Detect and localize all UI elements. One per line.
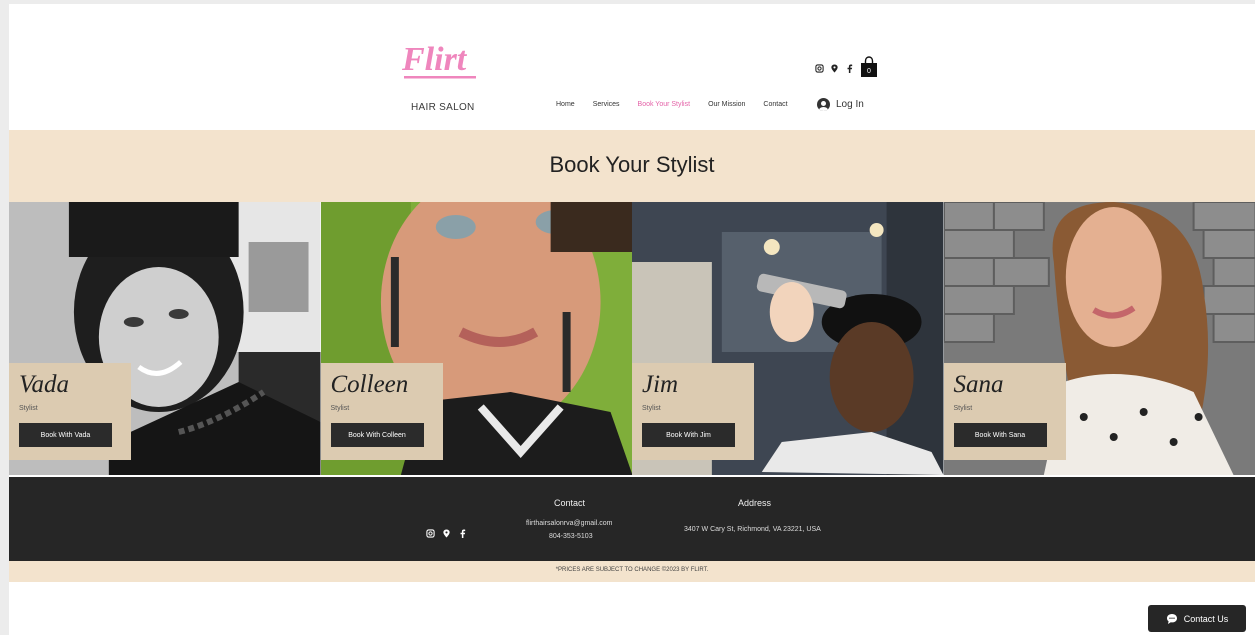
nav-contact[interactable]: Contact	[763, 101, 787, 108]
instagram-icon[interactable]	[426, 525, 435, 543]
location-pin-icon[interactable]	[442, 525, 451, 543]
stylist-role: Stylist	[330, 405, 350, 412]
stylist-name: Vada	[19, 371, 69, 398]
disclaimer-text: *PRICES ARE SUBJECT TO CHANGE ©2023 BY F…	[555, 567, 709, 573]
login-button[interactable]: Log In	[817, 98, 864, 111]
cart-count: 0	[867, 68, 871, 75]
stylist-role: Stylist	[953, 405, 973, 412]
login-label: Log In	[836, 99, 864, 110]
nav-our-mission[interactable]: Our Mission	[708, 101, 745, 108]
footer-socials	[426, 525, 467, 543]
stylist-info-jim: Jim Stylist Book With Jim	[632, 363, 754, 460]
chat-bubble-icon	[1166, 613, 1177, 624]
stylist-card-vada: Vada Stylist Book With Vada	[9, 202, 321, 475]
contact-email-link[interactable]: flirthairsalonrva@gmail.com	[526, 520, 612, 527]
location-pin-icon[interactable]	[830, 64, 839, 73]
cart-icon[interactable]: 0	[860, 56, 878, 78]
stylist-info-sana: Sana Stylist Book With Sana	[943, 363, 1066, 460]
stylists-grid: Vada Stylist Book With Vada Colleen Styl…	[9, 202, 1255, 475]
stylist-info-vada: Vada Stylist Book With Vada	[9, 363, 131, 460]
book-with-colleen-button[interactable]: Book With Colleen	[330, 423, 424, 447]
logo-subtitle: HAIR SALON	[411, 102, 475, 113]
nav-book-your-stylist[interactable]: Book Your Stylist	[638, 101, 691, 108]
address-heading: Address	[738, 498, 772, 508]
book-with-vada-button[interactable]: Book With Vada	[19, 423, 112, 447]
stylist-name: Sana	[953, 371, 1004, 398]
stylist-role: Stylist	[642, 405, 661, 412]
svg-text:Flirt: Flirt	[401, 41, 468, 78]
stylist-role: Stylist	[19, 405, 38, 412]
nav-home[interactable]: Home	[556, 101, 575, 108]
contact-heading: Contact	[554, 498, 586, 508]
main-nav: Home Services Book Your Stylist Our Miss…	[556, 101, 806, 108]
user-icon	[817, 98, 830, 111]
title-band: Book Your Stylist	[9, 130, 1255, 202]
stylist-name: Jim	[642, 371, 679, 398]
header-socials	[815, 64, 854, 73]
page-title: Book Your Stylist	[549, 152, 715, 177]
flirt-logo[interactable]: Flirt	[398, 40, 483, 88]
address-text: 3407 W Cary St, Richmond, VA 23221, USA	[684, 526, 821, 533]
book-with-jim-button[interactable]: Book With Jim	[642, 423, 735, 447]
facebook-icon[interactable]	[845, 64, 854, 73]
facebook-icon[interactable]	[458, 525, 467, 543]
instagram-icon[interactable]	[815, 64, 824, 73]
stylist-card-colleen: Colleen Stylist Book With Colleen	[320, 202, 632, 475]
stylist-info-colleen: Colleen Stylist Book With Colleen	[320, 363, 443, 460]
nav-services[interactable]: Services	[593, 101, 620, 108]
footer: Contact flirthairsalonrva@gmail.com 804-…	[9, 477, 1255, 561]
stylist-card-jim: Jim Stylist Book With Jim	[632, 202, 944, 475]
stylist-card-sana: Sana Stylist Book With Sana	[943, 202, 1255, 475]
book-with-sana-button[interactable]: Book With Sana	[953, 423, 1047, 447]
page: Flirt HAIR SALON 0 Home Services Book Yo…	[9, 4, 1255, 635]
contact-us-chat-button[interactable]: Contact Us	[1148, 605, 1246, 632]
disclaimer-strip: *PRICES ARE SUBJECT TO CHANGE ©2023 BY F…	[9, 561, 1255, 582]
chat-label: Contact Us	[1183, 613, 1229, 624]
contact-phone: 804-353-5103	[549, 533, 593, 540]
stylist-name: Colleen	[330, 371, 409, 398]
